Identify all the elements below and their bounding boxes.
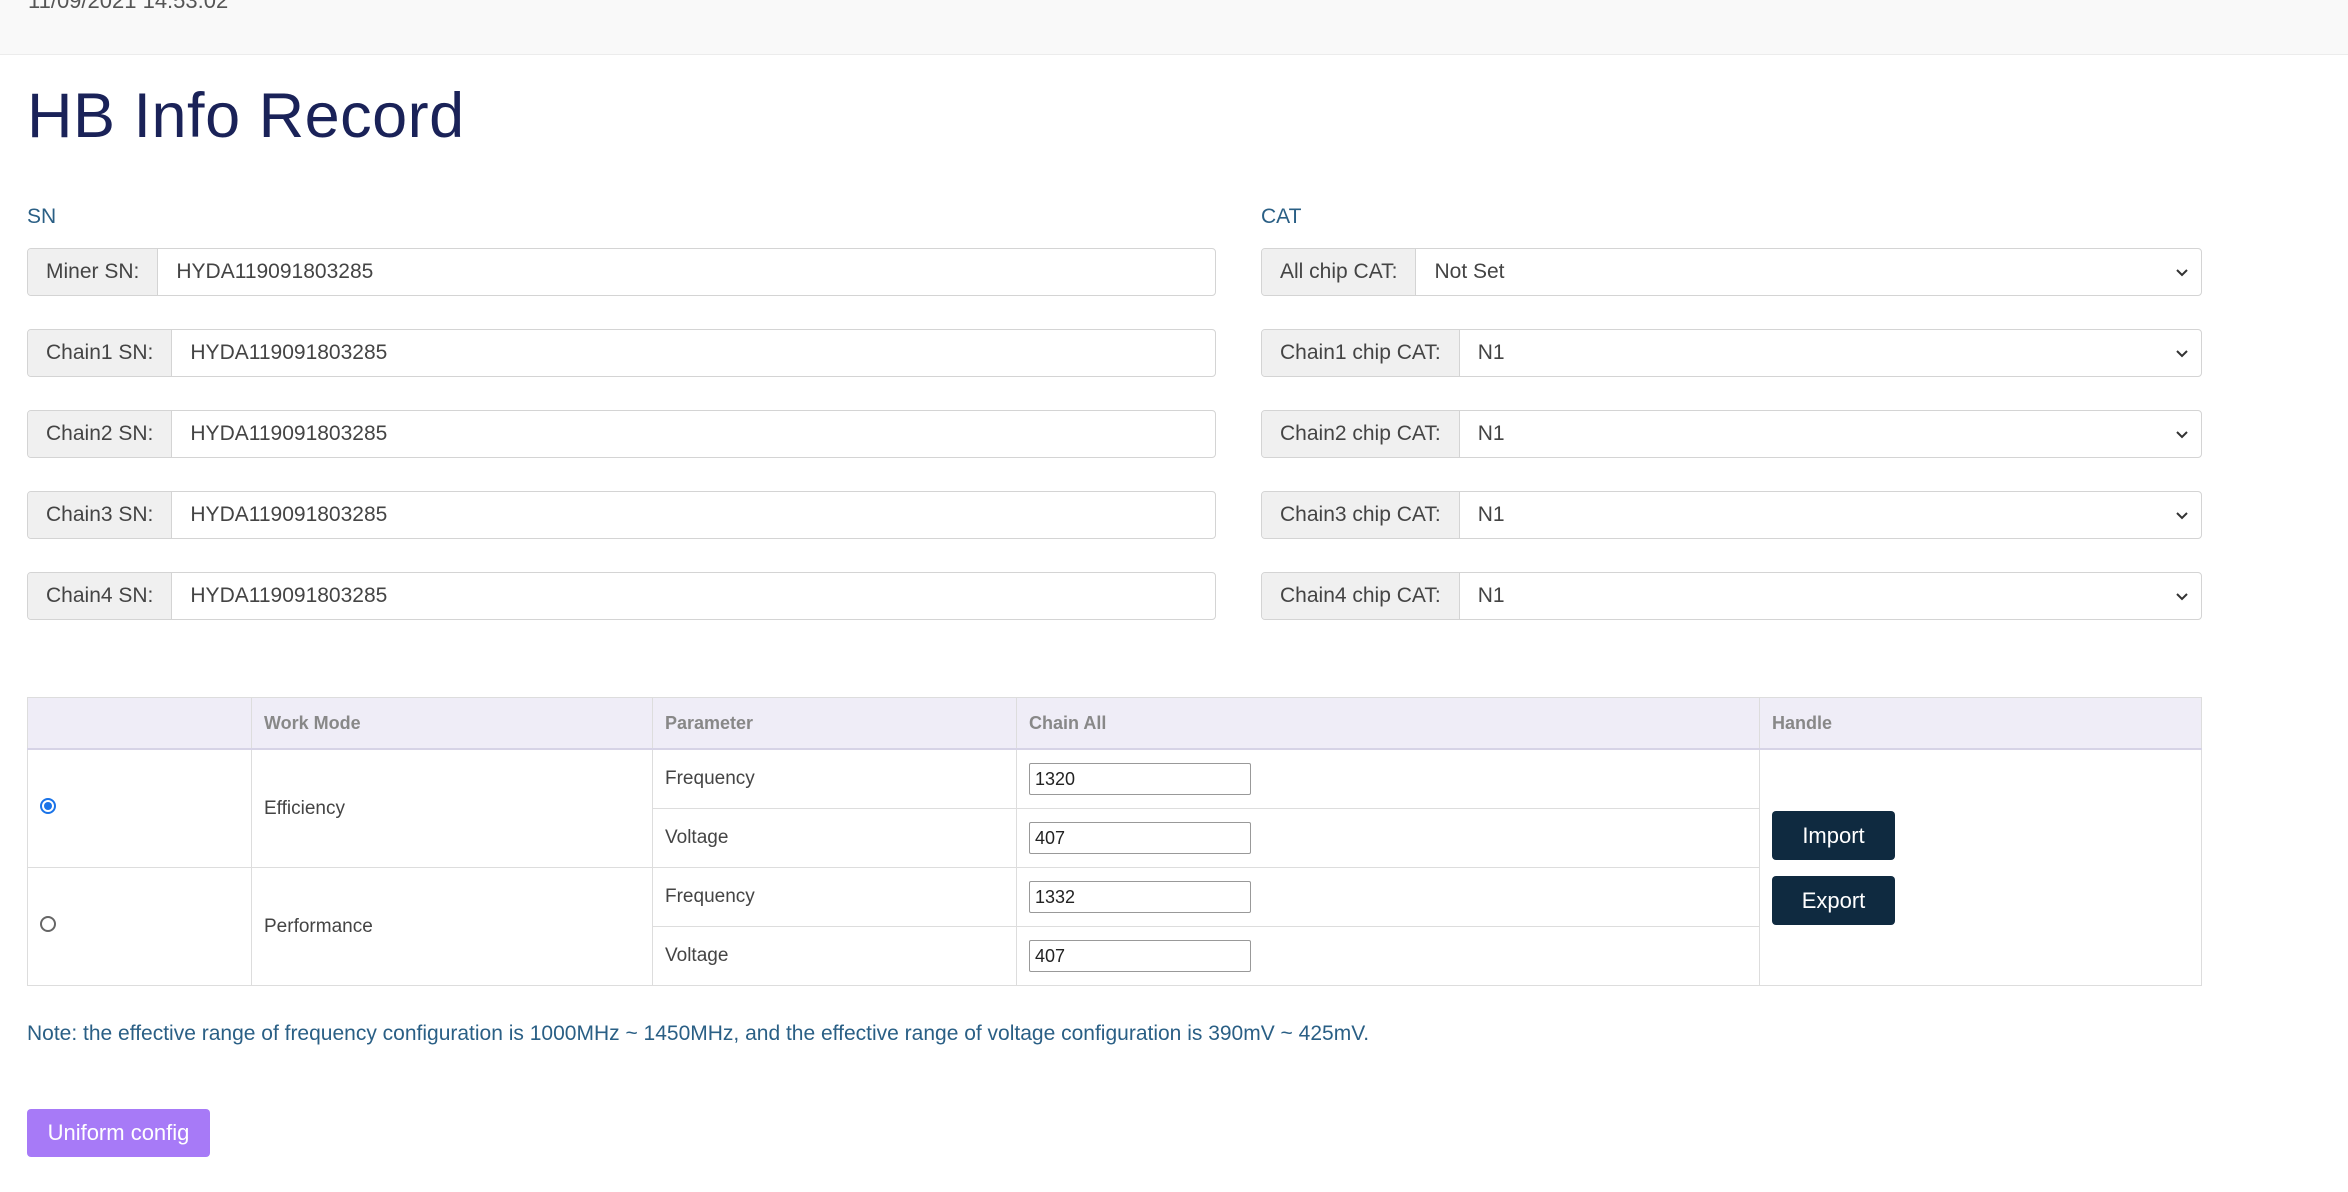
performance-mode-name: Performance [251, 867, 653, 986]
chevron-down-icon [2176, 350, 2188, 358]
performance-radio-cell [27, 867, 252, 986]
param-value-cell: 1332 [1016, 867, 1760, 927]
chain3-chip-cat-select[interactable]: N1 [1460, 492, 2201, 538]
chevron-down-icon [2176, 269, 2188, 277]
col-header-select [27, 697, 252, 750]
col-header-work-mode: Work Mode [251, 697, 653, 750]
chain2-sn-input[interactable]: HYDA119091803285 [172, 411, 1215, 457]
performance-frequency-input[interactable]: 1332 [1029, 881, 1251, 913]
chevron-down-icon [2176, 431, 2188, 439]
miner-sn-label: Miner SN: [28, 249, 159, 295]
table-header-row: Work Mode Parameter Chain All Handle [27, 697, 2202, 750]
chain4-chip-cat-label: Chain4 chip CAT: [1262, 573, 1460, 619]
chain4-sn-input[interactable]: HYDA119091803285 [172, 573, 1215, 619]
chain3-chip-cat-label: Chain3 chip CAT: [1262, 492, 1460, 538]
import-button[interactable]: Import [1772, 810, 1895, 860]
param-label: Frequency [652, 748, 1017, 809]
chain4-sn-label: Chain4 SN: [28, 573, 173, 619]
param-value-cell: 407 [1016, 808, 1760, 868]
chevron-down-icon [2176, 512, 2188, 520]
chain4-chip-cat-value: N1 [1477, 584, 1505, 607]
param-label: Voltage [652, 808, 1017, 868]
chain2-chip-cat-label: Chain2 chip CAT: [1262, 411, 1460, 457]
top-bar: 11/09/2021 14:53:02 [0, 0, 2348, 55]
efficiency-radio-cell [27, 748, 252, 868]
chain2-sn-label: Chain2 SN: [28, 411, 173, 457]
page-title: HB Info Record [27, 81, 465, 151]
chain3-sn-input[interactable]: HYDA119091803285 [172, 492, 1215, 538]
col-header-parameter: Parameter [652, 697, 1017, 750]
efficiency-voltage-input[interactable]: 407 [1029, 822, 1251, 854]
miner-sn-input[interactable]: HYDA119091803285 [158, 249, 1215, 295]
efficiency-mode-name: Efficiency [251, 748, 653, 868]
chain1-sn-group: Chain1 SN: HYDA119091803285 [27, 329, 1216, 377]
param-label: Voltage [652, 926, 1017, 986]
chain3-chip-cat-value: N1 [1477, 503, 1505, 526]
chain1-sn-label: Chain1 SN: [28, 330, 173, 376]
col-header-handle: Handle [1759, 697, 2202, 750]
col-header-chain-all: Chain All [1016, 697, 1760, 750]
uniform-config-button[interactable]: Uniform config [27, 1109, 210, 1157]
efficiency-radio[interactable] [40, 797, 56, 814]
chain1-chip-cat-value: N1 [1477, 341, 1505, 364]
chain4-chip-cat-select[interactable]: N1 [1460, 573, 2201, 619]
work-mode-table: Work Mode Parameter Chain All Handle Eff… [27, 697, 2202, 986]
range-note: Note: the effective range of frequency c… [27, 1022, 1370, 1045]
all-chip-cat-value: Not Set [1434, 260, 1505, 283]
all-chip-cat-select[interactable]: Not Set [1416, 249, 2201, 295]
cat-section-label: CAT [1261, 205, 1302, 228]
chevron-down-icon [2176, 593, 2188, 601]
efficiency-frequency-input[interactable]: 1320 [1029, 763, 1251, 795]
sn-section-label: SN [27, 205, 57, 228]
param-value-cell: 1320 [1016, 748, 1760, 809]
chain2-sn-group: Chain2 SN: HYDA119091803285 [27, 410, 1216, 458]
performance-radio[interactable] [40, 915, 56, 932]
chain3-sn-label: Chain3 SN: [28, 492, 173, 538]
chain4-sn-group: Chain4 SN: HYDA119091803285 [27, 572, 1216, 620]
table-row: Efficiency Frequency 1320 Import Export [27, 748, 2202, 986]
performance-voltage-input[interactable]: 407 [1029, 940, 1251, 972]
all-chip-cat-label: All chip CAT: [1262, 249, 1417, 295]
clock-text: 11/09/2021 14:53:02 [28, 0, 229, 13]
param-value-cell: 407 [1016, 926, 1760, 986]
chain4-chip-cat-group: Chain4 chip CAT: N1 [1261, 572, 2202, 620]
chain3-chip-cat-group: Chain3 chip CAT: N1 [1261, 491, 2202, 539]
chain2-chip-cat-select[interactable]: N1 [1460, 411, 2201, 457]
chain1-chip-cat-label: Chain1 chip CAT: [1262, 330, 1460, 376]
chain2-chip-cat-value: N1 [1477, 422, 1505, 445]
chain2-chip-cat-group: Chain2 chip CAT: N1 [1261, 410, 2202, 458]
chain1-sn-input[interactable]: HYDA119091803285 [172, 330, 1215, 376]
chain1-chip-cat-select[interactable]: N1 [1460, 330, 2201, 376]
param-label: Frequency [652, 867, 1017, 927]
handle-cell: Import Export [1759, 748, 2202, 986]
miner-sn-group: Miner SN: HYDA119091803285 [27, 248, 1216, 296]
export-button[interactable]: Export [1772, 875, 1895, 925]
chain3-sn-group: Chain3 SN: HYDA119091803285 [27, 491, 1216, 539]
chain1-chip-cat-group: Chain1 chip CAT: N1 [1261, 329, 2202, 377]
all-chip-cat-group: All chip CAT: Not Set [1261, 248, 2202, 296]
